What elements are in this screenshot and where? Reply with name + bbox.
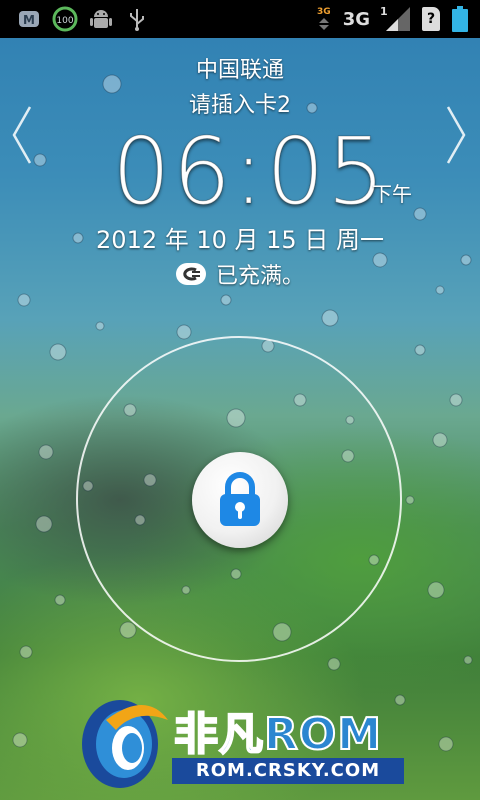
clock-time: 06:05: [111, 118, 388, 225]
battery-100-icon: 100: [52, 6, 78, 32]
no-sim-glyph: ?: [426, 11, 436, 27]
date-label: 2012 年 10 月 15 日 周一: [96, 226, 384, 254]
map-app-icon: M: [16, 6, 42, 32]
no-sim-icon: ?: [422, 7, 440, 31]
status-bar: M 100 3G 3G 1 ?: [0, 0, 480, 38]
brand-url: ROM.CRSKY.COM: [172, 758, 404, 784]
clock-ampm: 下午: [372, 182, 412, 206]
small-net-label: 3G: [317, 6, 331, 17]
charging-plug-icon: [175, 263, 206, 285]
carrier-name: 中国联通: [195, 58, 284, 83]
charging-status-text: 已充满。: [215, 264, 304, 289]
data-activity-indicator: 3G: [317, 6, 331, 31]
brand-swirl-icon: [82, 700, 168, 788]
battery-icon: [452, 6, 468, 32]
watermark-logo: 非凡ROM ROM.CRSKY.COM: [76, 690, 416, 794]
sim-status: 请插入卡2: [189, 93, 291, 118]
lock-icon: [220, 472, 260, 526]
usb-icon: [124, 6, 150, 32]
svg-text:M: M: [23, 13, 35, 27]
battery-badge-text: 100: [56, 16, 73, 26]
brand-name: 非凡ROM: [173, 708, 383, 761]
data-arrows-icon: [318, 17, 329, 30]
unlock-handle[interactable]: [192, 452, 288, 548]
charging-status: 已充满。: [0, 258, 480, 290]
signal-slot-label: 1: [380, 5, 388, 18]
network-type-label: 3G: [342, 8, 370, 30]
signal-strength-icon: 1: [380, 5, 410, 31]
android-debug-icon: [88, 6, 114, 32]
